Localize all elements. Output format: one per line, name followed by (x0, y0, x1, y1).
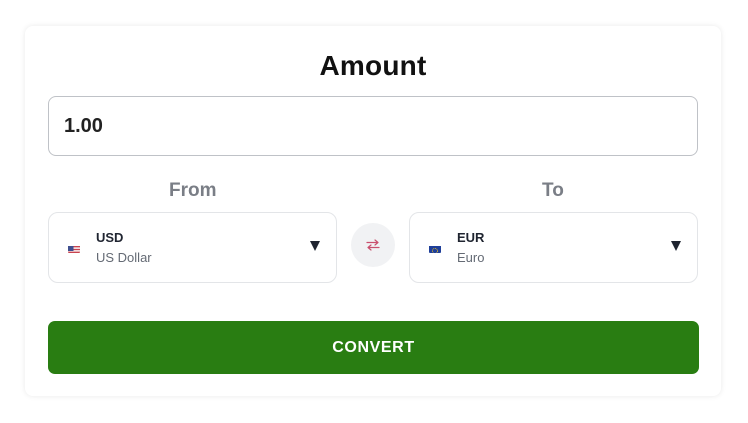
amount-input[interactable] (48, 96, 698, 156)
to-currency-select[interactable]: EUR Euro (409, 212, 698, 283)
swap-arrows-icon (366, 239, 380, 251)
converter-card: Amount From To USD US Dollar (25, 26, 721, 396)
eu-flag-icon (429, 243, 441, 253)
swap-currencies-button[interactable] (351, 223, 395, 267)
chevron-down-icon (671, 241, 681, 251)
us-flag-icon (68, 243, 80, 253)
from-currency-name: US Dollar (96, 250, 152, 265)
to-currency-name: Euro (457, 250, 485, 265)
from-currency-code: USD (96, 230, 124, 245)
chevron-down-icon (310, 241, 320, 251)
from-label: From (169, 180, 217, 201)
amount-title: Amount (319, 50, 427, 81)
from-currency-select[interactable]: USD US Dollar (48, 212, 337, 283)
to-currency-code: EUR (457, 230, 485, 245)
to-label: To (542, 180, 564, 201)
convert-button[interactable]: CONVERT (48, 321, 699, 374)
